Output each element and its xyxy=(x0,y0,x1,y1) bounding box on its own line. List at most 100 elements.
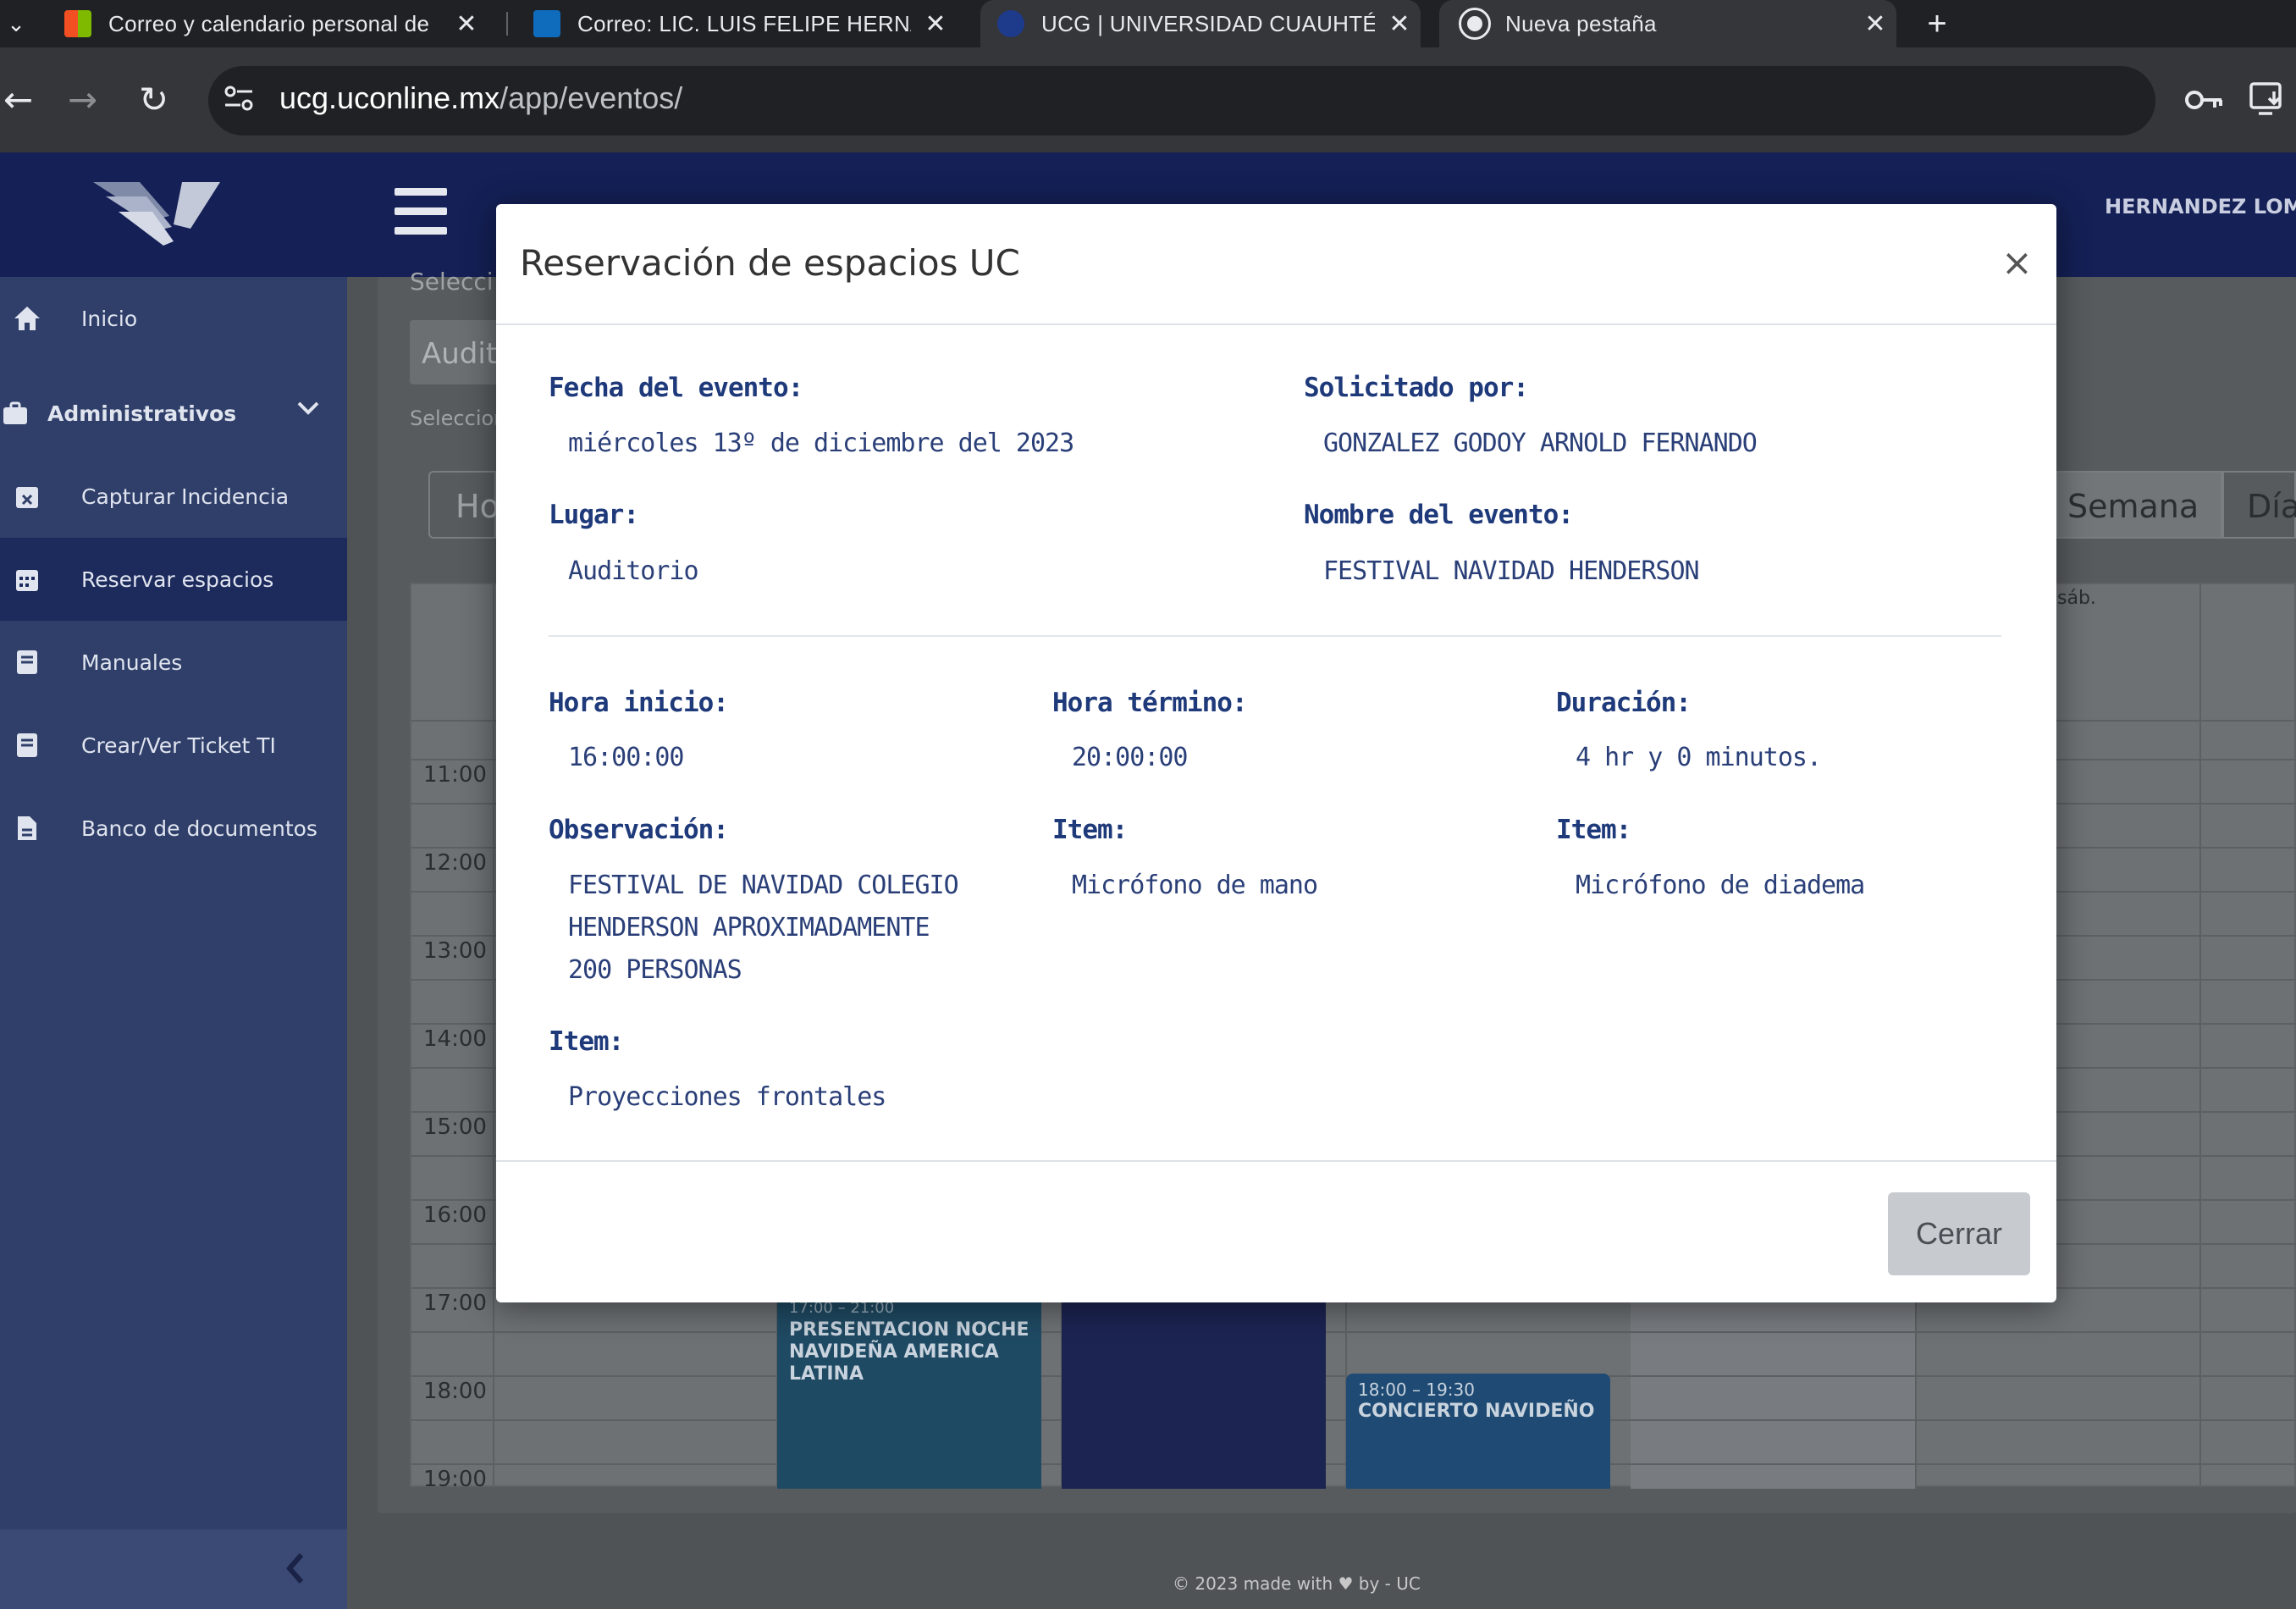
hamburger-menu-icon[interactable] xyxy=(395,188,447,246)
ucg-favicon-icon xyxy=(997,10,1024,37)
close-icon[interactable]: × xyxy=(2001,242,2033,285)
calendar-icon xyxy=(12,566,42,593)
file-icon xyxy=(12,815,42,842)
item-value: Micrófono de mano xyxy=(1072,871,1318,900)
observacion-line-1: FESTIVAL DE NAVIDAD COLEGIO xyxy=(568,871,959,900)
view-day-label: Día xyxy=(2247,488,2296,525)
hour-label: 14:00 xyxy=(423,1026,487,1052)
briefcase-icon xyxy=(0,401,30,426)
url-host: ucg.uconline.mx xyxy=(279,80,500,115)
chevron-left-icon[interactable] xyxy=(284,1551,306,1589)
space-select-value: Audit xyxy=(422,337,498,371)
sidebar-item-crear-ver-ticket[interactable]: Crear/Ver Ticket TI xyxy=(0,704,347,787)
hora-inicio-label: Hora inicio: xyxy=(549,688,729,718)
item-value: Proyecciones frontales xyxy=(568,1082,886,1112)
calendar-event-presentacion[interactable]: 17:00 – 21:00 PRESENTACION NOCHE NAVIDEÑ… xyxy=(777,1292,1041,1489)
nombre-evento-label: Nombre del evento: xyxy=(1304,500,1574,530)
new-tab-button[interactable]: + xyxy=(1920,0,1954,47)
sidebar-item-administrativos[interactable]: Administrativos xyxy=(0,372,347,455)
password-key-icon[interactable] xyxy=(2184,83,2225,117)
forward-arrow-icon[interactable]: → xyxy=(68,75,97,125)
sidebar-item-manuales[interactable]: Manuales xyxy=(0,621,347,704)
hour-label: 15:00 xyxy=(423,1114,487,1140)
calendar-event-blank[interactable] xyxy=(1062,1292,1326,1489)
tab-nueva-pestana[interactable]: Nueva pestaña ✕ xyxy=(1439,0,1896,47)
site-settings-icon[interactable] xyxy=(222,81,256,115)
hour-label: 18:00 xyxy=(423,1379,487,1404)
hora-termino-value: 20:00:00 xyxy=(1072,743,1188,772)
sidebar: Inicio Administrativos Capturar Incidenc… xyxy=(0,277,347,1530)
view-week-label: Semana xyxy=(2067,488,2199,525)
sidebar-collapse-bar xyxy=(0,1529,347,1609)
tab-divider xyxy=(506,12,508,36)
home-icon xyxy=(12,305,42,332)
back-arrow-icon[interactable]: ← xyxy=(3,75,33,125)
user-name[interactable]: HERNANDEZ LOME xyxy=(2105,195,2296,218)
install-app-icon[interactable] xyxy=(2249,80,2286,117)
hour-label: 11:00 xyxy=(423,762,487,788)
sidebar-item-label: Reservar espacios xyxy=(81,567,274,592)
hora-inicio-value: 16:00:00 xyxy=(568,743,684,772)
sidebar-item-capturar-incidencia[interactable]: Capturar Incidencia xyxy=(0,455,347,538)
modal-header-divider xyxy=(496,323,2056,325)
nombre-evento-value: FESTIVAL NAVIDAD HENDERSON xyxy=(1323,556,1700,586)
observacion-line-3: 200 PERSONAS xyxy=(568,955,742,985)
close-icon[interactable]: ✕ xyxy=(1863,9,1888,39)
item-label: Item: xyxy=(1052,815,1128,845)
calendar-event-concierto[interactable]: 18:00 – 19:30 CONCIERTO NAVIDEÑO xyxy=(1346,1374,1610,1489)
calendar-x-icon xyxy=(12,483,42,510)
page-footer xyxy=(347,1529,2296,1609)
tab-ucg[interactable]: UCG | UNIVERSIDAD CUAUHTÉ ✕ xyxy=(980,0,1421,47)
chevron-down-icon: ⌄ xyxy=(7,10,25,36)
outlook-icon xyxy=(533,10,560,37)
hora-termino-label: Hora término: xyxy=(1052,688,1248,718)
hour-label: 19:00 xyxy=(423,1467,487,1492)
lugar-value: Auditorio xyxy=(568,556,699,586)
browser-tab-strip: ⌄ Correo y calendario personal de ✕ Corr… xyxy=(0,0,2296,47)
reload-icon[interactable]: ↻ xyxy=(139,75,168,125)
item-value: Micrófono de diadema xyxy=(1576,871,1865,900)
item-label: Item: xyxy=(1556,815,1631,845)
chrome-icon xyxy=(1459,8,1491,40)
saturday-header: sáb. xyxy=(2057,588,2096,609)
duracion-value: 4 hr y 0 minutos. xyxy=(1576,743,1822,772)
duracion-label: Duración: xyxy=(1556,688,1692,718)
fecha-value: miércoles 13º de diciembre del 2023 xyxy=(568,429,1074,458)
event-time: 18:00 – 19:30 xyxy=(1358,1380,1475,1400)
chevron-down-icon xyxy=(296,397,320,422)
hour-label: 17:00 xyxy=(423,1291,487,1316)
sidebar-item-label: Inicio xyxy=(81,306,138,331)
item-label: Item: xyxy=(549,1026,624,1057)
hour-label: 16:00 xyxy=(423,1203,487,1228)
sidebar-item-banco-documentos[interactable]: Banco de documentos xyxy=(0,787,347,870)
modal-title: Reservación de espacios UC xyxy=(520,242,1020,284)
close-icon[interactable]: ✕ xyxy=(454,9,479,39)
close-icon[interactable]: ✕ xyxy=(1387,9,1412,39)
sidebar-item-reservar-espacios[interactable]: Reservar espacios xyxy=(0,538,347,621)
url-text[interactable]: ucg.uconline.mx/app/eventos/ xyxy=(279,80,682,116)
sidebar-item-label: Administrativos xyxy=(47,401,237,426)
hour-label: 13:00 xyxy=(423,938,487,964)
sidebar-item-label: Capturar Incidencia xyxy=(81,484,290,509)
solicitado-value: GONZALEZ GODOY ARNOLD FERNANDO xyxy=(1323,429,1758,458)
today-button-label: Ho xyxy=(455,488,499,525)
cerrar-button[interactable]: Cerrar xyxy=(1888,1192,2030,1275)
sidebar-item-inicio[interactable]: Inicio xyxy=(0,277,347,360)
tab-outlook-correo[interactable]: Correo: LIC. LUIS FELIPE HERNÁ ✕ xyxy=(533,0,957,47)
url-path: /app/eventos/ xyxy=(499,80,683,115)
close-icon[interactable]: ✕ xyxy=(923,9,948,39)
sidebar-item-label: Crear/Ver Ticket TI xyxy=(81,733,276,758)
select-space-label: Selecci xyxy=(410,268,494,296)
tab-search-chevron[interactable]: ⌄ xyxy=(0,0,32,47)
sidebar-item-label: Banco de documentos xyxy=(81,816,317,841)
tab-outlook-personal[interactable]: Correo y calendario personal de ✕ xyxy=(64,0,488,47)
fecha-label: Fecha del evento: xyxy=(549,373,803,403)
footer-text: © 2023 made with ♥ by - UC xyxy=(1173,1573,1421,1594)
uc-eagle-logo[interactable] xyxy=(89,178,224,257)
sidebar-item-label: Manuales xyxy=(81,650,183,675)
event-title: CONCIERTO NAVIDEÑO xyxy=(1358,1401,1595,1422)
hour-label: 12:00 xyxy=(423,850,487,876)
lugar-label: Lugar: xyxy=(549,500,639,530)
solicitado-label: Solicitado por: xyxy=(1304,373,1529,403)
book-icon xyxy=(12,649,42,676)
